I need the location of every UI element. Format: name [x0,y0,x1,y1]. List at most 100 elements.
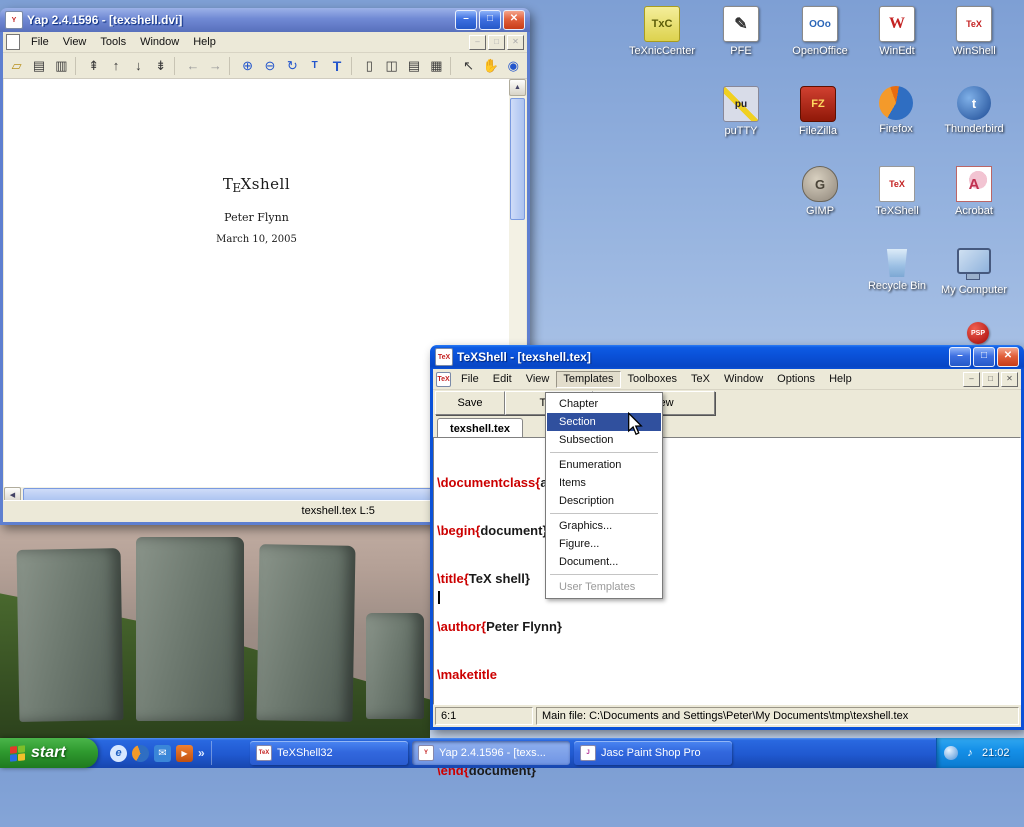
media-player-icon[interactable]: ▶ [176,745,193,762]
smaller-text-icon[interactable]: T [304,56,325,76]
firefox-icon[interactable] [132,745,149,762]
scrollbar-thumb[interactable] [510,98,525,220]
select-tool-icon[interactable]: ↖ [458,56,479,76]
menu-tools[interactable]: Tools [93,34,133,50]
menu-file[interactable]: File [454,371,486,387]
menu-item-section[interactable]: Section [547,413,661,431]
menu-item-enumeration[interactable]: Enumeration [547,456,661,474]
maximize-button[interactable]: □ [479,10,501,30]
main-file-path: Main file: C:\Documents and Settings\Pet… [536,707,1019,725]
menu-tex[interactable]: TeX [684,371,717,387]
menu-options[interactable]: Options [770,371,822,387]
first-page-icon[interactable]: ⇞ [83,56,104,76]
open-icon[interactable]: ▱ [6,56,27,76]
start-button[interactable]: start [0,738,98,768]
hand-tool-icon[interactable]: ✋ [480,56,501,76]
desktop-icon-winedt[interactable]: W WinEdt [859,6,935,57]
close-button[interactable]: ✕ [997,347,1019,367]
task-label: TeXShell32 [277,747,333,759]
maximize-button[interactable]: □ [973,347,995,367]
taskbar-task-yap[interactable]: Y Yap 2.4.1596 - [texs... [412,741,570,765]
yap-titlebar[interactable]: Y Yap 2.4.1596 - [texshell.dvi] – □ ✕ [0,8,530,32]
taskbar-task-paint-shop-pro[interactable]: J Jasc Paint Shop Pro [574,741,732,765]
tray-network-icon[interactable] [944,746,958,760]
mdi-minimize-button[interactable]: – [963,372,980,387]
desktop-icon-label: WinShell [936,45,1012,57]
desktop-icon-texniccenter[interactable]: TxC TeXnicCenter [624,6,700,57]
last-page-icon[interactable]: ⇟ [150,56,171,76]
menu-file[interactable]: File [24,34,56,50]
menu-help[interactable]: Help [186,34,223,50]
minimize-button[interactable]: – [455,10,477,30]
minimize-button[interactable]: – [949,347,971,367]
mdi-close-button[interactable]: ✕ [507,35,524,50]
code-line: \author{Peter Flynn} [437,619,1020,635]
desktop-icon-texshell[interactable]: TeX TeXShell [859,166,935,217]
single-page-icon[interactable]: ▯ [359,56,380,76]
texshell-titlebar[interactable]: TeX TeXShell - [texshell.tex] – □ ✕ [430,345,1024,369]
print-icon[interactable]: ▤ [28,56,49,76]
menu-window[interactable]: Window [133,34,186,50]
tray-volume-icon[interactable]: ♪ [963,746,977,760]
acrobat-icon: A [956,166,992,202]
scroll-up-icon[interactable]: ▲ [509,79,526,96]
mdi-minimize-button[interactable]: – [469,35,486,50]
desktop-icon-pfe[interactable]: ✎ PFE [703,6,779,57]
print-setup-icon[interactable]: ▥ [51,56,72,76]
desktop-icon-firefox[interactable]: Firefox [858,86,934,135]
desktop-icon-label: Recycle Bin [859,280,935,292]
desktop-icon-thunderbird[interactable]: t Thunderbird [936,86,1012,135]
desktop-icon-putty[interactable]: pu puTTY [703,86,779,137]
desktop-icon-filezilla[interactable]: FZ FileZilla [780,86,856,137]
menu-view[interactable]: View [519,371,557,387]
mdi-restore-button[interactable]: □ [982,372,999,387]
prev-page-icon[interactable]: ↑ [105,56,126,76]
menu-item-graphics[interactable]: Graphics... [547,517,661,535]
menu-item-subsection[interactable]: Subsection [547,431,661,449]
tab-texshell-tex[interactable]: texshell.tex [437,418,523,438]
tray-clock[interactable]: 21:02 [982,747,1010,759]
facing-pages-icon[interactable]: ◫ [381,56,402,76]
refresh-icon[interactable]: ↻ [282,56,303,76]
desktop: { "desktop": { "icons": [ {"label": "TeX… [0,0,1024,768]
desktop-icon-gimp[interactable]: G GIMP [782,166,858,217]
close-button[interactable]: ✕ [503,10,525,30]
text-caret [438,591,440,604]
continuous-view-icon[interactable]: ▤ [403,56,424,76]
quick-launch-more-chevron[interactable]: » [198,746,205,760]
mdi-close-button[interactable]: ✕ [1001,372,1018,387]
menu-item-user-templates[interactable]: User Templates [547,578,661,596]
menu-toolboxes[interactable]: Toolboxes [621,371,685,387]
desktop-icon-my-computer[interactable]: My Computer [936,246,1012,296]
zoom-out-icon[interactable]: ⊖ [259,56,280,76]
menu-item-description[interactable]: Description [547,492,661,510]
grid-view-icon[interactable]: ▦ [426,56,447,76]
desktop-icon-winshell[interactable]: TeX WinShell [936,6,1012,57]
magnifier-tool-icon[interactable]: ◉ [503,56,524,76]
menu-window[interactable]: Window [717,371,770,387]
internet-explorer-icon[interactable]: e [110,745,127,762]
taskbar-task-texshell32[interactable]: TeX TeXShell32 [250,741,408,765]
desktop-icon-acrobat[interactable]: A Acrobat [936,166,1012,217]
next-page-icon[interactable]: ↓ [128,56,149,76]
menu-item-chapter[interactable]: Chapter [547,395,661,413]
menu-help[interactable]: Help [822,371,859,387]
menu-view[interactable]: View [56,34,94,50]
desktop-icon-recycle-bin[interactable]: Recycle Bin [859,246,935,292]
mail-icon[interactable]: ✉ [154,745,171,762]
zoom-in-icon[interactable]: ⊕ [237,56,258,76]
save-button[interactable]: Save [435,391,505,415]
larger-text-icon[interactable]: T [326,56,347,76]
mdi-restore-button[interactable]: □ [488,35,505,50]
icon-glyph: t [972,96,976,111]
code-editor[interactable]: \documentclass{article} \begin{document}… [433,437,1021,705]
menu-item-figure[interactable]: Figure... [547,535,661,553]
menu-item-document[interactable]: Document... [547,553,661,571]
menu-edit[interactable]: Edit [486,371,519,387]
menu-templates[interactable]: Templates [556,371,620,388]
back-icon[interactable]: ← [182,56,203,76]
menu-item-items[interactable]: Items [547,474,661,492]
desktop-icon-openoffice[interactable]: OOo OpenOffice [782,6,858,57]
forward-icon[interactable]: → [205,56,226,76]
desktop-icon-label: Acrobat [936,205,1012,217]
